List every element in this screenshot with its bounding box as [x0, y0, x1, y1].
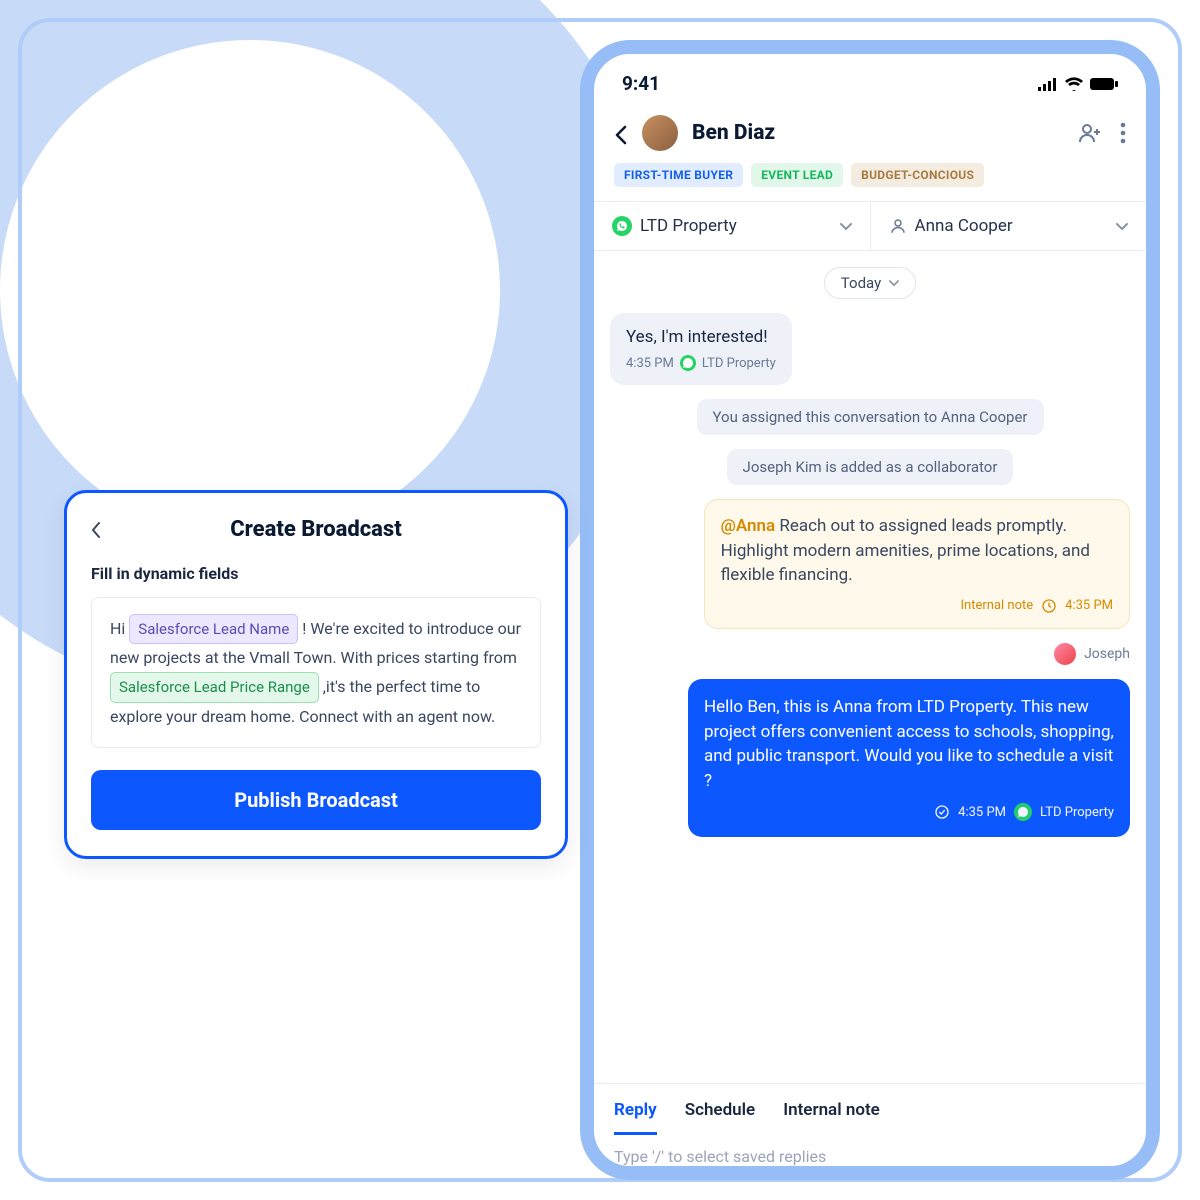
outgoing-message: Hello Ben, this is Anna from LTD Propert…	[688, 679, 1130, 838]
template-text: Hi	[110, 619, 129, 638]
battery-icon	[1090, 77, 1118, 91]
status-bar: 9:41	[594, 54, 1146, 103]
tag-budget-conscious: BUDGET-CONCIOUS	[851, 163, 984, 187]
wifi-icon	[1064, 77, 1084, 91]
note-time: 4:35 PM	[1065, 598, 1113, 613]
chevron-down-icon	[840, 216, 852, 236]
internal-note: @Anna Reach out to assigned leads prompt…	[704, 499, 1130, 629]
mention: @Anna	[721, 516, 776, 536]
broadcast-template[interactable]: Hi Salesforce Lead Name ! We're excited …	[91, 597, 541, 748]
selectors-row: LTD Property Anna Cooper	[594, 202, 1146, 251]
more-icon[interactable]	[1120, 122, 1126, 144]
chat-header: Ben Diaz FIRST-TIME BUYER EVENT LEAD BUD…	[594, 103, 1146, 202]
note-text: Reach out to assigned leads promptly. Hi…	[721, 516, 1090, 585]
whatsapp-icon	[612, 216, 632, 236]
person-icon	[889, 217, 907, 235]
incoming-message: Yes, I'm interested! 4:35 PM LTD Propert…	[610, 313, 792, 385]
check-icon	[934, 804, 950, 820]
compose-area: Reply Schedule Internal note Type '/' to…	[594, 1083, 1146, 1166]
message-list: Today Yes, I'm interested! 4:35 PM LTD P…	[594, 251, 1146, 1071]
message-text: Hello Ben, this is Anna from LTD Propert…	[704, 695, 1114, 794]
whatsapp-icon	[680, 355, 696, 371]
broadcast-card: Create Broadcast Fill in dynamic fields …	[64, 490, 568, 859]
note-label: Internal note	[961, 598, 1034, 613]
date-pill[interactable]: Today	[824, 267, 916, 299]
status-icons	[1038, 77, 1118, 91]
tag-event-lead: EVENT LEAD	[751, 163, 843, 187]
chevron-down-icon	[889, 280, 899, 287]
card-title: Create Broadcast	[115, 517, 517, 542]
back-button[interactable]	[614, 119, 628, 147]
channel-selector[interactable]: LTD Property	[594, 202, 871, 250]
compose-tabs: Reply Schedule Internal note	[594, 1084, 1146, 1135]
publish-button[interactable]: Publish Broadcast	[91, 770, 541, 830]
signal-icon	[1038, 77, 1058, 91]
contact-name: Ben Diaz	[692, 121, 1064, 145]
message-text: Yes, I'm interested!	[626, 327, 776, 347]
tab-schedule[interactable]: Schedule	[685, 1100, 756, 1135]
card-subtitle: Fill in dynamic fields	[91, 564, 541, 583]
whatsapp-icon	[1014, 803, 1032, 821]
message-via: LTD Property	[702, 356, 776, 371]
phone-device: 9:41 Ben Diaz FIRST-TIME BUYER EVENT LEA…	[580, 40, 1160, 1180]
system-message: Joseph Kim is added as a collaborator	[727, 449, 1014, 485]
chevron-down-icon	[1116, 216, 1128, 236]
author-avatar	[1054, 643, 1076, 665]
tag-first-time-buyer: FIRST-TIME BUYER	[614, 163, 743, 187]
message-via: LTD Property	[1040, 805, 1114, 820]
compose-input[interactable]: Type '/' to select saved replies	[594, 1135, 1146, 1166]
add-user-icon[interactable]	[1078, 121, 1102, 145]
message-time: 4:35 PM	[958, 805, 1006, 820]
status-time: 9:41	[622, 72, 660, 95]
message-author: Joseph	[1054, 643, 1130, 665]
clock-icon	[1041, 598, 1057, 614]
message-time: 4:35 PM	[626, 356, 674, 371]
card-back-button[interactable]	[91, 519, 115, 540]
tab-internal-note[interactable]: Internal note	[783, 1100, 880, 1135]
tab-reply[interactable]: Reply	[614, 1100, 657, 1135]
channel-name: LTD Property	[640, 216, 737, 236]
assignee-selector[interactable]: Anna Cooper	[871, 202, 1147, 250]
author-name: Joseph	[1084, 646, 1130, 662]
date-label: Today	[841, 274, 881, 292]
token-price-range[interactable]: Salesforce Lead Price Range	[110, 672, 319, 702]
contact-tags: FIRST-TIME BUYER EVENT LEAD BUDGET-CONCI…	[614, 163, 1126, 187]
assignee-name: Anna Cooper	[915, 216, 1013, 236]
system-message: You assigned this conversation to Anna C…	[697, 399, 1044, 435]
token-lead-name[interactable]: Salesforce Lead Name	[129, 614, 298, 644]
contact-avatar[interactable]	[642, 115, 678, 151]
